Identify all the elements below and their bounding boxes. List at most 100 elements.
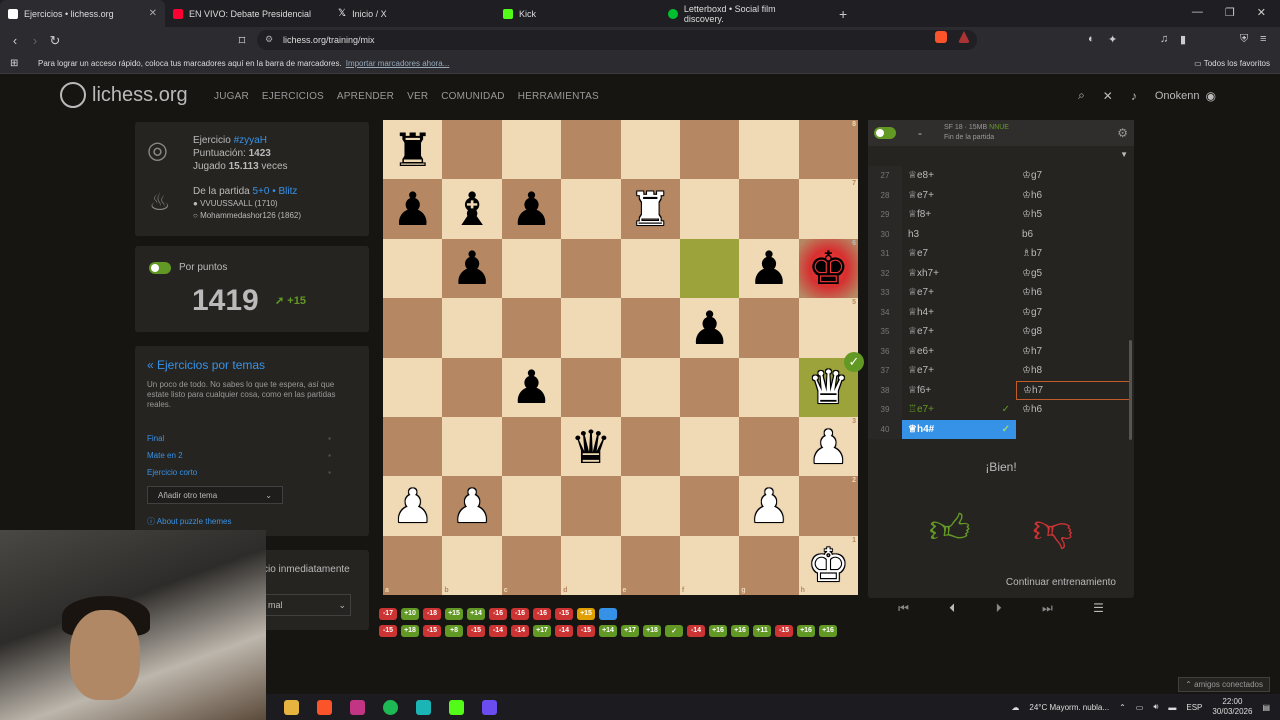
- square-h4[interactable]: ♛4✓: [798, 351, 864, 417]
- score-toggle[interactable]: [149, 262, 171, 274]
- tray-chevron-icon[interactable]: ⌃: [1119, 703, 1126, 712]
- new-tab-icon[interactable]: +: [839, 6, 847, 22]
- player-white[interactable]: ● VVUUSSAALL (1710): [193, 198, 301, 210]
- square-a8[interactable]: ♜: [383, 120, 443, 180]
- file-explorer-icon[interactable]: [284, 699, 299, 715]
- square-f2[interactable]: [679, 476, 740, 536]
- next-move-icon[interactable]: ⏵: [996, 601, 1002, 616]
- white-king-icon[interactable]: ♚: [808, 542, 849, 588]
- user-menu[interactable]: Onokenn: [1155, 90, 1200, 102]
- hamburger-menu-icon[interactable]: ☰: [1093, 601, 1104, 616]
- history-chip[interactable]: -14: [687, 625, 705, 637]
- reload-icon[interactable]: ↻: [45, 33, 65, 49]
- white-pawn-icon[interactable]: ♟: [748, 483, 789, 529]
- theme-item-mate-en-2[interactable]: Mate en 2 ▪: [147, 447, 331, 464]
- history-chip[interactable]: +11: [753, 625, 771, 637]
- nav-ver[interactable]: VER: [407, 91, 428, 102]
- square-c6[interactable]: [501, 238, 562, 299]
- close-window-icon[interactable]: ✕: [1257, 6, 1266, 19]
- history-chip[interactable]: +15: [577, 608, 595, 620]
- history-chip[interactable]: +17: [533, 625, 551, 637]
- history-chip[interactable]: +16: [709, 625, 727, 637]
- kick-app-icon[interactable]: [449, 699, 464, 715]
- avatar-icon[interactable]: ◉: [1206, 89, 1216, 103]
- square-b8[interactable]: [442, 120, 502, 180]
- history-chip[interactable]: +16: [797, 625, 815, 637]
- square-f5[interactable]: ♟: [679, 298, 740, 358]
- themes-back-link[interactable]: « Ejercicios por temas: [147, 358, 265, 372]
- menu-icon[interactable]: ≡: [1260, 33, 1266, 45]
- notification-center-icon[interactable]: ▤: [1262, 703, 1270, 712]
- nav-jugar[interactable]: JUGAR: [214, 91, 249, 102]
- black-move[interactable]: ♔h7: [1016, 342, 1130, 362]
- black-move[interactable]: ♔g5: [1016, 264, 1130, 284]
- last-move-icon[interactable]: ⏭: [1042, 601, 1053, 616]
- square-d8[interactable]: [561, 120, 621, 180]
- media-app-icon[interactable]: [482, 699, 497, 715]
- search-icon[interactable]: ⌕: [1078, 88, 1085, 103]
- input-language[interactable]: ESP: [1186, 703, 1202, 712]
- white-pawn-icon[interactable]: ♟: [808, 424, 849, 470]
- apps-grid-icon[interactable]: ⊞: [10, 58, 18, 69]
- instagram-icon[interactable]: [350, 699, 365, 715]
- first-move-icon[interactable]: ⏮: [898, 601, 909, 616]
- history-chip[interactable]: -15: [555, 608, 573, 620]
- black-move[interactable]: ♗b7: [1016, 244, 1130, 264]
- history-chip[interactable]: -18: [423, 608, 441, 620]
- minimize-icon[interactable]: —: [1192, 6, 1203, 19]
- history-chip[interactable]: -14: [555, 625, 573, 637]
- square-d6[interactable]: [561, 238, 621, 299]
- tab-letterboxd[interactable]: Letterboxd • Social film discovery.: [660, 0, 825, 27]
- white-move[interactable]: ♕xh7+: [902, 264, 1016, 284]
- square-c7[interactable]: ♟: [501, 179, 562, 239]
- square-h8[interactable]: 8: [798, 120, 858, 180]
- square-b1[interactable]: b: [442, 535, 502, 595]
- white-move[interactable]: ♕e6+: [902, 342, 1016, 362]
- square-h2[interactable]: 2: [798, 476, 858, 536]
- app-icon[interactable]: [416, 699, 431, 715]
- black-move[interactable]: ♔h6: [1016, 400, 1130, 420]
- square-g6[interactable]: ♟: [739, 238, 799, 299]
- square-c8[interactable]: [501, 120, 562, 180]
- battery-icon[interactable]: ▬: [1168, 703, 1176, 712]
- engine-toggle[interactable]: [874, 127, 896, 139]
- history-chip[interactable]: ✓: [665, 625, 683, 637]
- black-move[interactable]: ♔h6: [1016, 186, 1130, 206]
- square-h6[interactable]: ♚ 6: [798, 238, 858, 299]
- square-d3[interactable]: ♛: [561, 416, 621, 477]
- close-icon[interactable]: ✕: [1103, 89, 1113, 103]
- shield-icon[interactable]: ⛨: [1240, 33, 1248, 46]
- square-e1[interactable]: e: [620, 535, 680, 595]
- volume-icon[interactable]: 🔊︎: [1153, 702, 1158, 712]
- white-move[interactable]: ♕e7+: [902, 283, 1016, 303]
- square-b4[interactable]: [442, 357, 502, 417]
- square-g5[interactable]: [739, 298, 799, 358]
- black-pawn-icon[interactable]: ♟: [689, 305, 730, 351]
- nav-herramientas[interactable]: HERRAMIENTAS: [518, 91, 599, 102]
- brave-shield-icon[interactable]: [935, 31, 947, 43]
- history-chip[interactable]: -16: [533, 608, 551, 620]
- history-chip[interactable]: +8: [445, 625, 463, 637]
- white-move[interactable]: ♖e7+ ✓: [902, 400, 1016, 420]
- bookmark-icon[interactable]: ⌑: [232, 33, 252, 49]
- square-d4[interactable]: [561, 357, 621, 417]
- extension-icon[interactable]: ◐: [1088, 33, 1095, 45]
- square-f1[interactable]: f: [679, 535, 740, 595]
- black-move[interactable]: ♔h5: [1016, 205, 1130, 225]
- history-chip[interactable]: +15: [445, 608, 463, 620]
- music-icon[interactable]: ♫: [1160, 33, 1168, 45]
- white-move[interactable]: ♕h4# ✓: [902, 419, 1016, 439]
- white-move[interactable]: ♕e7: [902, 244, 1016, 264]
- history-chip[interactable]: +18: [643, 625, 661, 637]
- thumbs-up-icon[interactable]: 👍︎: [929, 505, 971, 553]
- history-chip[interactable]: +17: [621, 625, 639, 637]
- square-e2[interactable]: [620, 476, 680, 536]
- game-link[interactable]: 5+0 • Blitz: [252, 186, 297, 197]
- square-b6[interactable]: ♟: [442, 238, 502, 299]
- square-b7[interactable]: ♝: [442, 179, 502, 239]
- history-chip[interactable]: -17: [379, 608, 397, 620]
- square-f6[interactable]: [679, 238, 740, 299]
- history-chip[interactable]: -15: [467, 625, 485, 637]
- square-g2[interactable]: ♟: [739, 476, 799, 536]
- black-rook-icon[interactable]: ♜: [392, 127, 433, 173]
